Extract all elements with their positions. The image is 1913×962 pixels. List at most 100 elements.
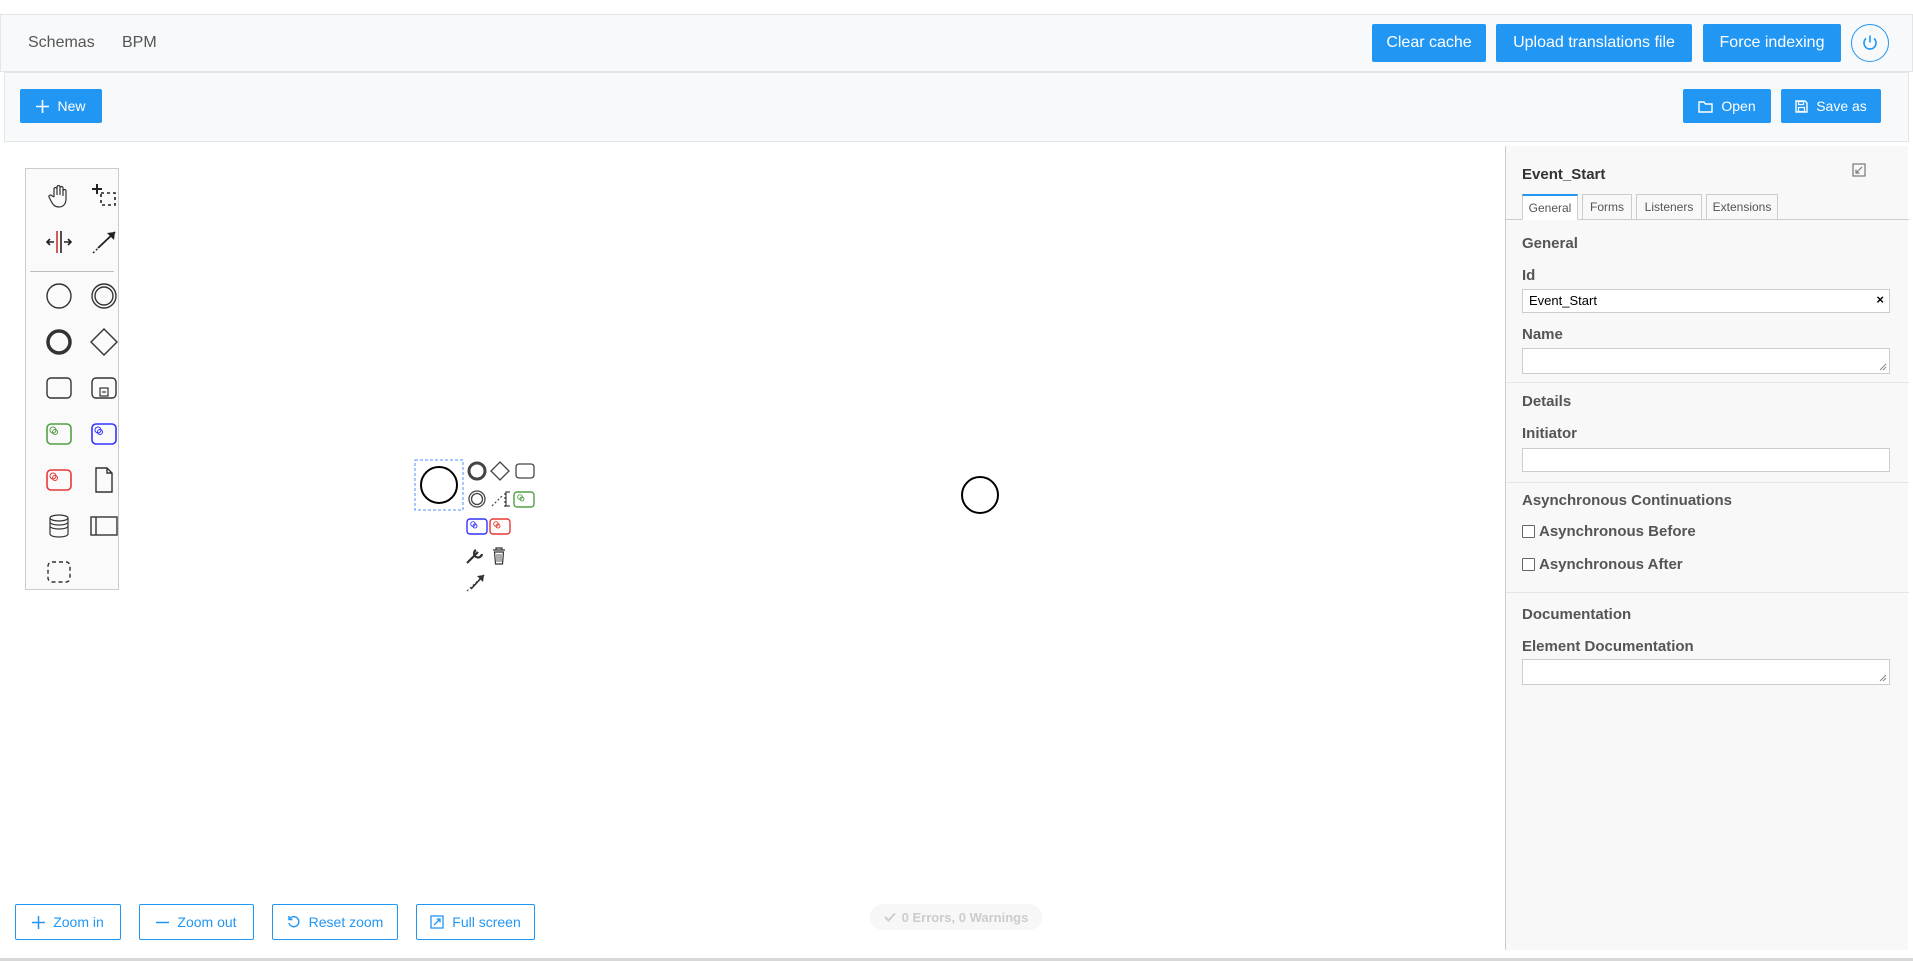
checkbox-box[interactable]	[1522, 525, 1535, 538]
reset-zoom-label: Reset zoom	[308, 914, 384, 930]
checkbox-box[interactable]	[1522, 558, 1535, 571]
initiator-label: Initiator	[1522, 425, 1577, 442]
append-green-task-icon[interactable]	[513, 491, 535, 508]
start-event-context	[414, 459, 535, 592]
red-task-icon[interactable]	[44, 465, 74, 495]
id-input-value: Event_Start	[1529, 293, 1597, 308]
nav-link-schemas[interactable]: Schemas	[28, 34, 95, 52]
tab-forms[interactable]: Forms	[1582, 194, 1632, 220]
participant-icon[interactable]	[89, 511, 119, 541]
append-intermediate-event-icon[interactable]	[468, 490, 486, 508]
id-label: Id	[1522, 267, 1536, 284]
wrench-icon[interactable]	[466, 549, 484, 564]
trash-icon[interactable]	[493, 547, 505, 565]
minus-icon	[156, 921, 170, 923]
new-label: New	[57, 98, 86, 114]
clear-id-icon[interactable]: ×	[1876, 292, 1884, 307]
force-indexing-button[interactable]: Force indexing	[1703, 24, 1841, 62]
lint-status-text: 0 Errors, 0 Warnings	[901, 909, 1029, 925]
separator	[1506, 592, 1909, 593]
upload-translations-label: Upload translations file	[1513, 34, 1675, 51]
power-icon	[1863, 35, 1877, 50]
clear-cache-button[interactable]: Clear cache	[1372, 24, 1486, 62]
global-connect-icon[interactable]	[89, 227, 119, 257]
async-after-checkbox[interactable]: Asynchronous After	[1522, 556, 1683, 573]
nav-link-bpm[interactable]: BPM	[122, 34, 157, 52]
bottom-border	[0, 958, 1913, 961]
folder-icon	[1698, 100, 1714, 113]
task-icon[interactable]	[44, 373, 74, 403]
append-text-annotation-icon[interactable]	[491, 493, 506, 507]
blue-task-icon[interactable]	[89, 419, 119, 449]
connect-icon[interactable]	[466, 574, 485, 592]
force-indexing-label: Force indexing	[1719, 34, 1825, 51]
zoom-out-button[interactable]: Zoom out	[139, 904, 254, 940]
fullscreen-icon	[430, 915, 444, 929]
lasso-tool-icon[interactable]	[89, 181, 119, 211]
palette-separator	[30, 271, 114, 272]
element-documentation-label: Element Documentation	[1522, 638, 1694, 655]
selected-start-event[interactable]	[420, 466, 458, 504]
check-icon	[883, 912, 896, 922]
clear-cache-label: Clear cache	[1386, 34, 1472, 51]
plus-icon	[32, 915, 46, 929]
element-documentation-textarea[interactable]	[1522, 659, 1890, 685]
name-label: Name	[1522, 326, 1563, 343]
async-before-label: Asynchronous Before	[1539, 523, 1696, 540]
append-end-event-icon[interactable]	[467, 461, 487, 481]
append-red-task-icon[interactable]	[489, 518, 511, 535]
reset-zoom-button[interactable]: Reset zoom	[272, 904, 398, 940]
append-task-icon[interactable]	[515, 463, 535, 479]
zoom-in-label: Zoom in	[53, 914, 104, 930]
open-button[interactable]: Open	[1683, 89, 1771, 123]
documentation-group-title: Documentation	[1522, 606, 1632, 623]
resize-grip-icon[interactable]	[1879, 674, 1887, 682]
data-store-icon[interactable]	[44, 511, 74, 541]
plus-icon	[36, 99, 50, 113]
diagram-canvas[interactable]	[0, 146, 1505, 958]
separator	[1506, 382, 1909, 383]
separator	[1506, 482, 1909, 483]
save-as-label: Save as	[1816, 98, 1867, 114]
tab-extensions[interactable]: Extensions	[1706, 194, 1778, 220]
tab-general[interactable]: General	[1522, 194, 1578, 220]
lint-status[interactable]: 0 Errors, 0 Warnings	[870, 904, 1042, 930]
id-input[interactable]: Event_Start ×	[1522, 289, 1890, 313]
end-event-icon[interactable]	[44, 327, 74, 357]
properties-title: Event_Start	[1522, 166, 1606, 183]
append-gateway-icon[interactable]	[490, 461, 510, 481]
async-before-checkbox[interactable]: Asynchronous Before	[1522, 523, 1696, 540]
full-screen-button[interactable]: Full screen	[416, 904, 535, 940]
hand-tool-icon[interactable]	[44, 181, 74, 211]
data-object-icon[interactable]	[89, 465, 119, 495]
details-group-title: Details	[1522, 393, 1572, 410]
resize-grip-icon[interactable]	[1879, 363, 1887, 371]
reset-icon	[287, 916, 300, 928]
properties-panel: Event_Start General Forms Listeners Exte…	[1505, 146, 1909, 950]
new-button[interactable]: New	[20, 89, 102, 123]
initiator-input[interactable]	[1522, 448, 1890, 472]
tool-palette	[25, 168, 119, 590]
zoom-out-label: Zoom out	[177, 914, 237, 930]
tab-listeners[interactable]: Listeners	[1636, 194, 1702, 220]
general-group-title: General	[1522, 235, 1578, 252]
green-task-icon[interactable]	[44, 419, 74, 449]
append-blue-task-icon[interactable]	[466, 518, 488, 535]
power-button[interactable]	[1851, 24, 1889, 62]
intermediate-event-icon[interactable]	[89, 281, 119, 311]
async-after-label: Asynchronous After	[1539, 556, 1683, 573]
editor-toolbar	[4, 72, 1909, 142]
full-screen-label: Full screen	[452, 914, 521, 930]
collapse-panel-icon[interactable]	[1852, 163, 1866, 177]
save-icon	[1795, 99, 1808, 113]
start-event-icon[interactable]	[44, 281, 74, 311]
space-tool-icon[interactable]	[44, 227, 74, 257]
start-event-shape[interactable]	[959, 474, 1001, 516]
save-as-button[interactable]: Save as	[1781, 89, 1881, 123]
name-textarea[interactable]	[1522, 348, 1890, 374]
subprocess-icon[interactable]	[89, 373, 119, 403]
zoom-in-button[interactable]: Zoom in	[15, 904, 121, 940]
gateway-icon[interactable]	[89, 327, 119, 357]
group-icon[interactable]	[44, 557, 74, 587]
upload-translations-button[interactable]: Upload translations file	[1496, 24, 1692, 62]
